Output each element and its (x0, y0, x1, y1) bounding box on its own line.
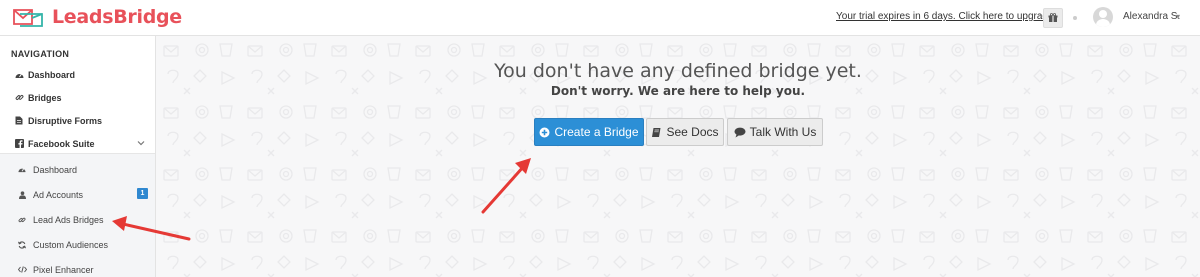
link-icon (16, 216, 28, 224)
chevron-down-icon[interactable]: ▾ (1176, 12, 1180, 21)
sidebar: NAVIGATION Dashboard Bridges Disruptive … (0, 36, 156, 277)
sidebar-item-label: Disruptive Forms (28, 115, 103, 126)
tachometer-icon (16, 166, 28, 173)
submenu-item-ad-accounts[interactable]: Ad Accounts 1 (0, 182, 155, 207)
user-icon (16, 190, 28, 199)
comment-icon (734, 127, 746, 137)
gift-button[interactable] (1043, 8, 1063, 28)
separator-dot (1073, 16, 1077, 20)
facebook-icon (11, 139, 27, 148)
top-bar: LeadsBridge Your trial expires in 6 days… (0, 0, 1200, 36)
sidebar-item-disruptive-forms[interactable]: Disruptive Forms (0, 109, 155, 132)
submenu-item-label: Ad Accounts (33, 189, 84, 200)
empty-state-title: You don't have any defined bridge yet. (494, 60, 862, 82)
book-icon (652, 127, 661, 137)
submenu-item-lead-ads-bridges[interactable]: Lead Ads Bridges (0, 207, 155, 232)
submenu-item-pixel-enhancer[interactable]: Pixel Enhancer (0, 257, 155, 277)
submenu-item-label: Lead Ads Bridges (33, 214, 104, 225)
sidebar-item-dashboard[interactable]: Dashboard (0, 63, 155, 86)
logo-text: LeadsBridge (52, 6, 182, 28)
create-bridge-button[interactable]: Create a Bridge (534, 118, 644, 146)
link-icon (11, 93, 27, 102)
facebook-suite-submenu: Dashboard Ad Accounts 1 Lead Ads Bridges… (0, 153, 155, 277)
see-docs-label: See Docs (666, 125, 719, 139)
envelope-logo-icon (13, 9, 43, 27)
refresh-icon (16, 240, 28, 249)
create-bridge-label: Create a Bridge (554, 125, 639, 139)
talk-with-us-label: Talk With Us (749, 125, 817, 139)
sidebar-item-label: Bridges (28, 92, 62, 103)
count-badge: 1 (137, 188, 148, 199)
logo[interactable]: LeadsBridge (12, 6, 182, 28)
submenu-item-custom-audiences[interactable]: Custom Audiences (0, 232, 155, 257)
gift-icon (1048, 13, 1058, 22)
submenu-item-label: Dashboard (33, 164, 78, 175)
sidebar-item-bridges[interactable]: Bridges (0, 86, 155, 109)
submenu-item-dashboard[interactable]: Dashboard (0, 157, 155, 182)
avatar[interactable] (1093, 7, 1113, 27)
sidebar-item-label: Dashboard (28, 69, 76, 80)
navigation-heading: NAVIGATION (11, 49, 70, 59)
main-content: You don't have any defined bridge yet. D… (156, 36, 1200, 277)
sidebar-item-label: Facebook Suite (28, 138, 95, 149)
empty-state-subtitle: Don't worry. We are here to help you. (550, 84, 806, 98)
sidebar-item-facebook-suite[interactable]: Facebook Suite (0, 132, 155, 155)
file-icon (11, 116, 27, 125)
submenu-item-label: Custom Audiences (33, 239, 109, 250)
see-docs-button[interactable]: See Docs (646, 118, 724, 146)
submenu-item-label: Pixel Enhancer (33, 264, 94, 275)
talk-with-us-button[interactable]: Talk With Us (727, 118, 823, 146)
tachometer-icon (11, 71, 27, 79)
trial-upgrade-link[interactable]: Your trial expires in 6 days. Click here… (836, 11, 1056, 22)
user-name[interactable]: Alexandra S. (1123, 11, 1180, 22)
plus-circle-icon (539, 127, 550, 137)
chevron-down-icon[interactable] (137, 138, 145, 148)
code-icon (16, 266, 28, 273)
